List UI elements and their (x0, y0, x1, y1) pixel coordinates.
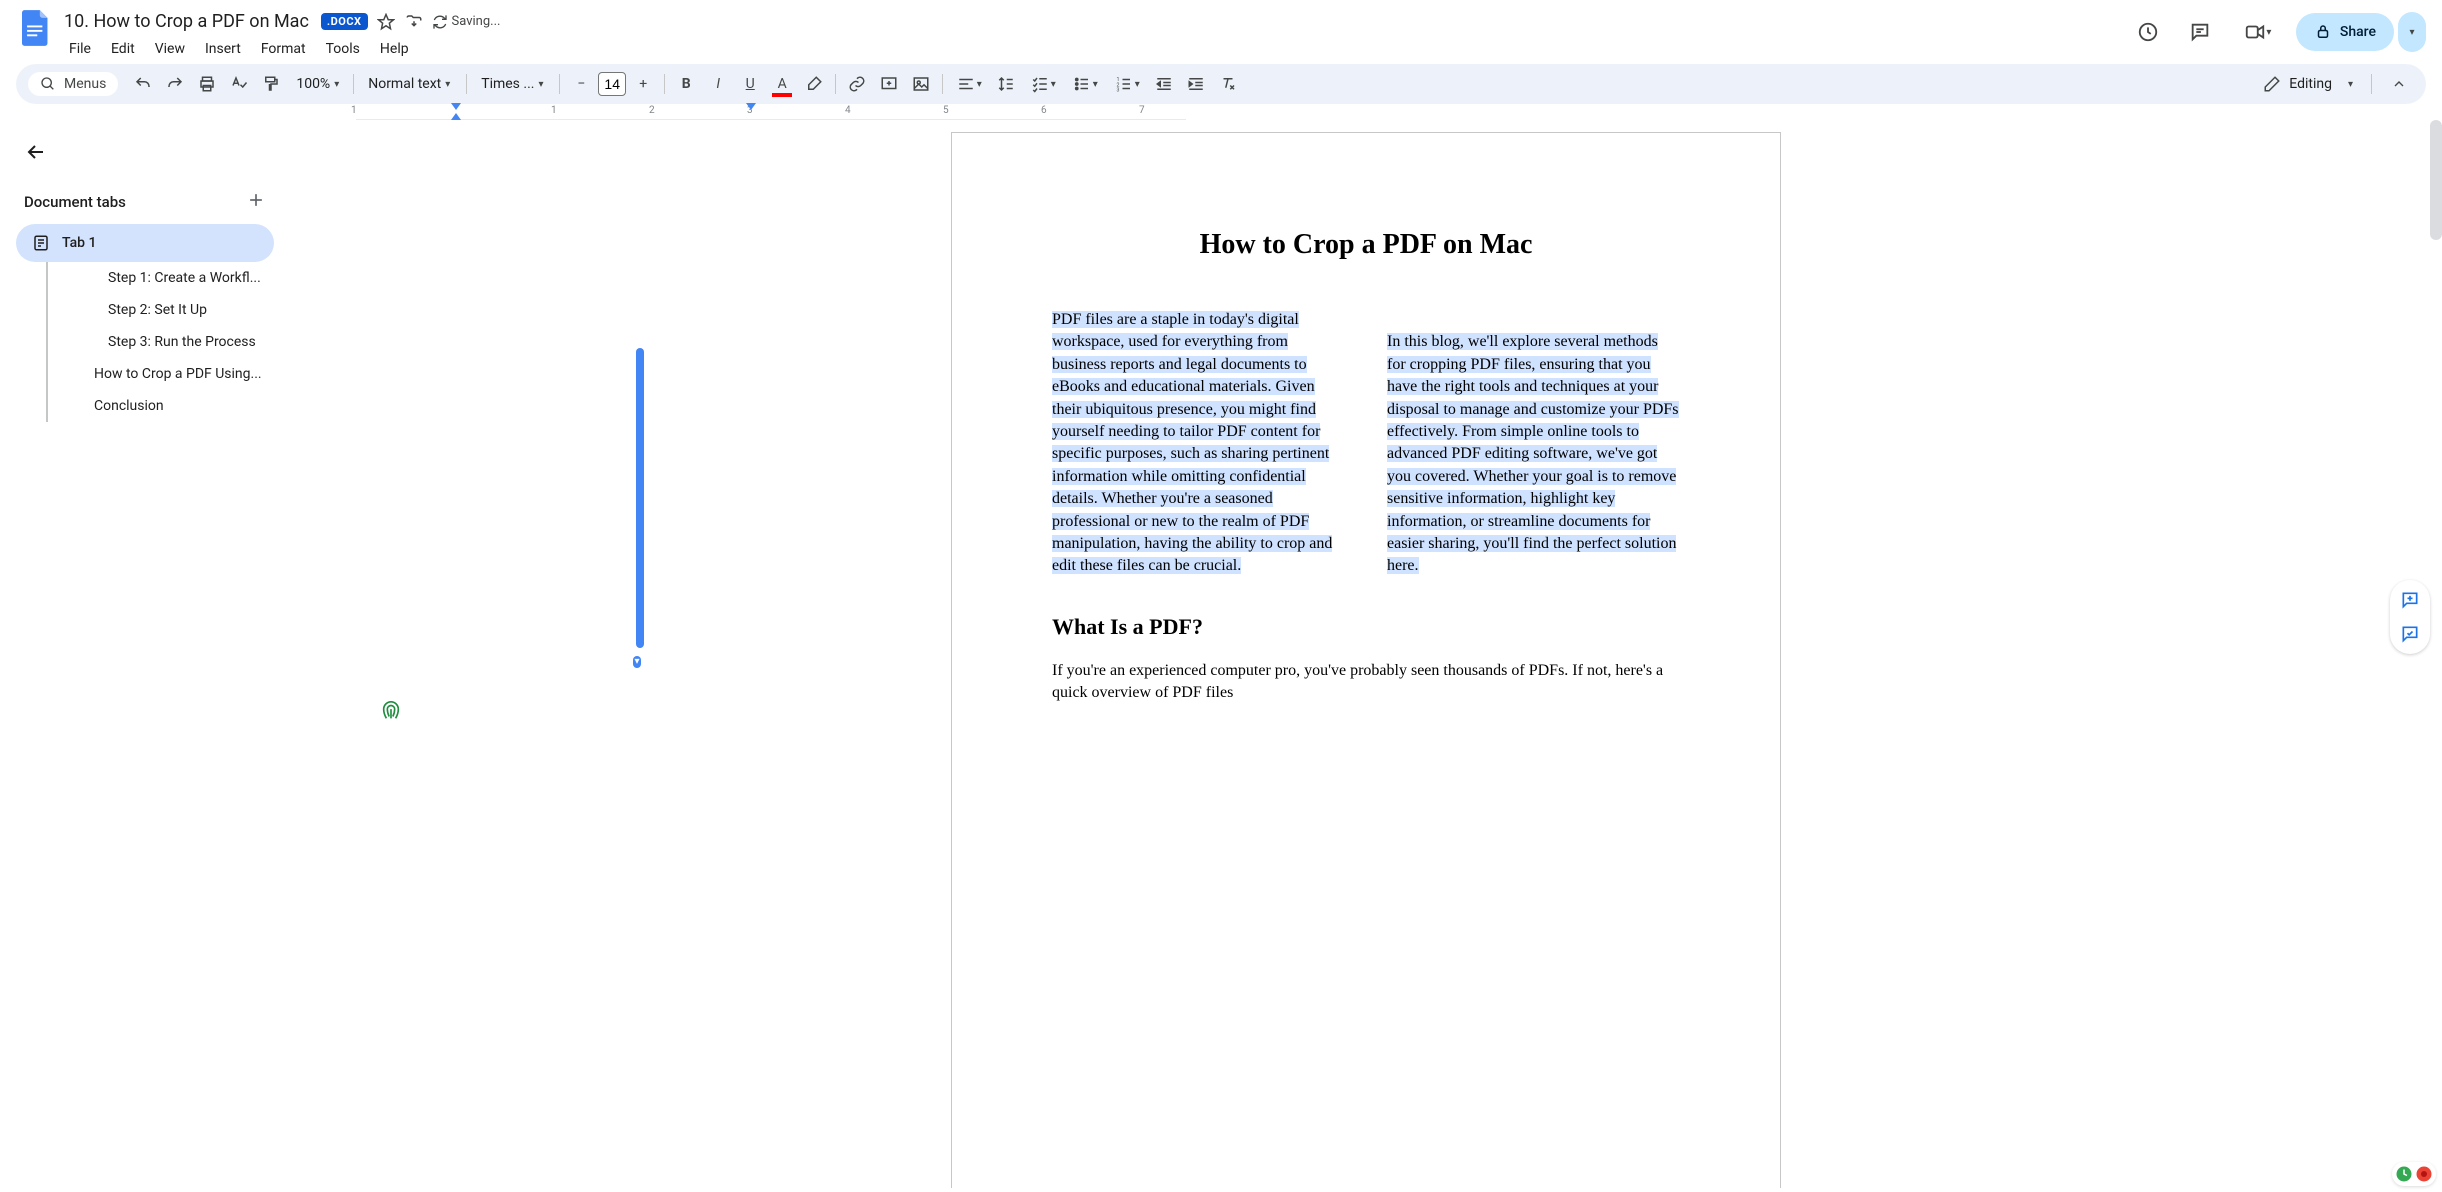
meet-icon[interactable]: ▾ (2232, 12, 2284, 52)
menu-edit[interactable]: Edit (102, 37, 144, 61)
tabs-header-label: Document tabs (24, 193, 126, 211)
paint-format-button[interactable] (256, 69, 286, 99)
docx-badge: .DOCX (321, 13, 368, 30)
bullet-list-button[interactable]: ▾ (1065, 69, 1105, 99)
redo-button[interactable] (160, 69, 190, 99)
add-comment-floating-button[interactable] (2396, 586, 2424, 614)
tab-1[interactable]: Tab 1 (16, 224, 274, 262)
document-canvas[interactable]: How to Crop a PDF on Mac PDF files are a… (290, 120, 2442, 1188)
checklist-button[interactable]: ▾ (1023, 69, 1063, 99)
move-icon[interactable] (404, 12, 424, 32)
intro-para-2[interactable]: In this blog, we'll explore several meth… (1387, 333, 1679, 574)
menus-search[interactable]: Menus (28, 72, 118, 96)
zoom-dropdown[interactable]: 100% ▾ (288, 72, 347, 96)
collapse-toolbar-button[interactable] (2384, 69, 2414, 99)
floating-comment-widgets (2390, 580, 2430, 654)
tab-1-label: Tab 1 (62, 235, 96, 251)
menu-bar: File Edit View Insert Format Tools Help (60, 35, 2128, 61)
document-title[interactable]: 10. How to Crop a PDF on Mac (60, 10, 313, 33)
svg-text:3: 3 (1116, 88, 1119, 94)
share-button[interactable]: Share (2296, 13, 2394, 51)
spellcheck-button[interactable] (224, 69, 254, 99)
outline-sidebar: Document tabs Tab 1 Step 1: Create a Wor… (0, 120, 290, 1188)
outline-conclusion[interactable]: Conclusion (48, 390, 274, 422)
intro-columns[interactable]: PDF files are a staple in today's digita… (1052, 309, 1680, 578)
add-tab-button[interactable] (246, 190, 266, 214)
history-icon[interactable] (2128, 12, 2168, 52)
font-size-input[interactable] (598, 72, 626, 96)
corner-badges[interactable] (2392, 1162, 2436, 1186)
print-button[interactable] (192, 69, 222, 99)
paragraph-style-value: Normal text (368, 76, 441, 92)
insert-link-button[interactable] (842, 69, 872, 99)
doc-title-heading[interactable]: How to Crop a PDF on Mac (1052, 229, 1680, 261)
numbered-list-button[interactable]: 123▾ (1107, 69, 1147, 99)
menu-view[interactable]: View (146, 37, 194, 61)
fingerprint-icon[interactable] (380, 700, 402, 726)
font-dropdown[interactable]: Times ... ▾ (473, 72, 553, 96)
share-dropdown[interactable]: ▾ (2398, 12, 2426, 52)
comments-icon[interactable] (2180, 12, 2220, 52)
insert-image-button[interactable] (906, 69, 936, 99)
add-comment-button[interactable] (874, 69, 904, 99)
underline-button[interactable]: U (735, 69, 765, 99)
menu-insert[interactable]: Insert (196, 37, 250, 61)
saving-text: Saving... (452, 14, 501, 29)
menu-help[interactable]: Help (371, 37, 418, 61)
align-button[interactable]: ▾ (949, 69, 989, 99)
title-bar: 10. How to Crop a PDF on Mac .DOCX Savin… (0, 0, 2442, 60)
editing-mode-button[interactable]: Editing ▾ (2251, 69, 2365, 99)
decrease-indent-button[interactable] (1149, 69, 1179, 99)
outline-step1[interactable]: Step 1: Create a Workfl... (48, 262, 274, 294)
menu-format[interactable]: Format (252, 37, 315, 61)
menu-file[interactable]: File (60, 37, 100, 61)
page[interactable]: How to Crop a PDF on Mac PDF files are a… (951, 132, 1781, 1188)
clear-formatting-button[interactable] (1213, 69, 1243, 99)
intro-para-1[interactable]: PDF files are a staple in today's digita… (1052, 311, 1332, 574)
outline-howto[interactable]: How to Crop a PDF Using... (48, 358, 274, 390)
docs-logo[interactable] (16, 8, 56, 48)
outline-step2[interactable]: Step 2: Set It Up (48, 294, 274, 326)
star-icon[interactable] (376, 12, 396, 32)
increase-font-button[interactable]: + (628, 69, 658, 99)
body-para-3[interactable]: If you're an experienced computer pro, y… (1052, 660, 1680, 705)
menus-search-label: Menus (64, 76, 106, 92)
outline-step3[interactable]: Step 3: Run the Process (48, 326, 274, 358)
editing-mode-label: Editing (2289, 76, 2332, 92)
vertical-scrollbar[interactable] (2430, 120, 2442, 240)
italic-button[interactable]: I (703, 69, 733, 99)
zoom-value: 100% (296, 76, 330, 92)
font-value: Times ... (481, 76, 534, 92)
share-label: Share (2340, 24, 2376, 40)
selection-scrollbar[interactable] (636, 348, 644, 648)
highlight-button[interactable] (799, 69, 829, 99)
menu-tools[interactable]: Tools (317, 37, 369, 61)
suggest-edits-floating-button[interactable] (2396, 620, 2424, 648)
undo-button[interactable] (128, 69, 158, 99)
save-status: Saving... (432, 14, 501, 30)
ruler[interactable]: 1 1 2 3 4 5 6 7 (356, 104, 1186, 120)
decrease-font-button[interactable]: − (566, 69, 596, 99)
doc-h2-whatis[interactable]: What Is a PDF? (1052, 614, 1680, 640)
line-spacing-button[interactable] (991, 69, 1021, 99)
bold-button[interactable]: B (671, 69, 701, 99)
text-color-button[interactable]: A (767, 69, 797, 99)
paragraph-style-dropdown[interactable]: Normal text ▾ (360, 72, 460, 96)
toolbar: Menus 100% ▾ Normal text ▾ Times ... ▾ −… (16, 64, 2426, 104)
back-arrow-button[interactable] (16, 132, 56, 172)
increase-indent-button[interactable] (1181, 69, 1211, 99)
